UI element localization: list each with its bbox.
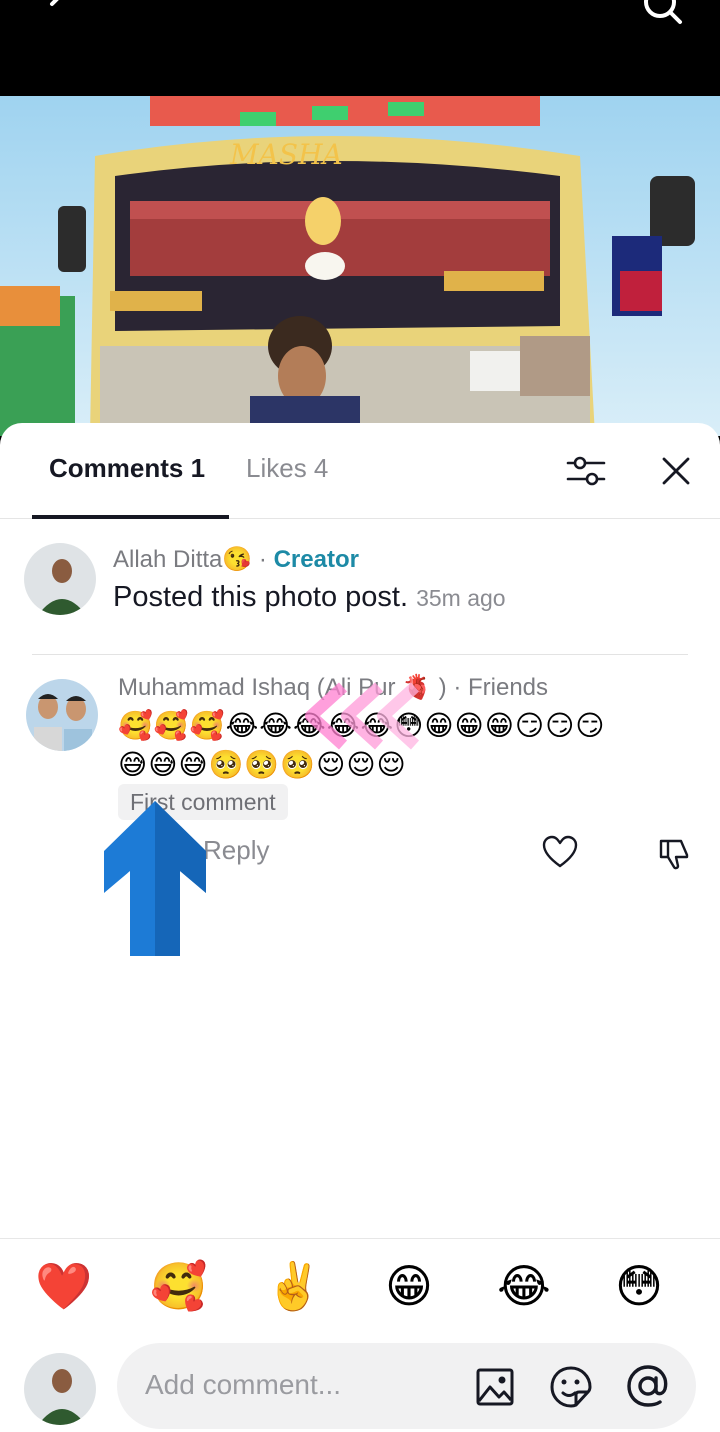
image-icon[interactable] bbox=[475, 1367, 515, 1407]
avatar[interactable] bbox=[26, 679, 98, 751]
name-separator: · bbox=[252, 546, 274, 573]
post-photo[interactable]: MASHA bbox=[0, 96, 720, 436]
comment-author-line: Allah Ditta😘 · Creator bbox=[113, 545, 359, 574]
comment-input-container[interactable] bbox=[117, 1343, 696, 1429]
quick-emoji-laugh[interactable]: 😂 bbox=[494, 1259, 554, 1313]
tab-bar: Comments 1 Likes 4 bbox=[0, 423, 720, 519]
truck-image: MASHA bbox=[0, 96, 720, 436]
quick-emoji-love-face[interactable]: 🥰 bbox=[149, 1259, 209, 1313]
back-arrow-icon[interactable] bbox=[40, 0, 80, 26]
quick-emoji-victory[interactable]: ✌️ bbox=[264, 1259, 324, 1313]
sliders-icon[interactable] bbox=[566, 453, 606, 489]
top-bar bbox=[0, 0, 720, 96]
swipe-hint-chevrons-icon bbox=[305, 682, 420, 750]
comments-sheet: Comments 1 Likes 4 Allah Ditta😘 · Creato… bbox=[0, 423, 720, 1432]
comment-timestamp: 35m ago bbox=[416, 585, 506, 611]
name-separator: · bbox=[446, 674, 468, 701]
avatar[interactable] bbox=[24, 543, 96, 615]
comment-body: Posted this photo post. 35m ago bbox=[113, 581, 506, 614]
heart-icon[interactable] bbox=[542, 835, 578, 869]
quick-emoji-flushed[interactable]: 😳 bbox=[609, 1259, 669, 1313]
reply-button[interactable]: Reply bbox=[203, 835, 269, 866]
tab-comments[interactable]: Comments 1 bbox=[49, 453, 205, 484]
at-mention-icon[interactable] bbox=[625, 1363, 671, 1409]
comment-text-line-2: 😅😅😅🥺🥺🥺😌😌😌 bbox=[118, 748, 407, 781]
friends-label: Friends bbox=[467, 674, 549, 701]
comment-input[interactable] bbox=[145, 1363, 465, 1407]
sticker-icon[interactable] bbox=[549, 1365, 593, 1409]
comment-composer bbox=[0, 1343, 720, 1432]
creator-label: Creator bbox=[273, 546, 359, 573]
avatar[interactable] bbox=[24, 1353, 96, 1425]
tab-likes[interactable]: Likes 4 bbox=[246, 453, 328, 484]
comment-text: Posted this photo post. bbox=[113, 581, 409, 613]
svg-text:MASHA: MASHA bbox=[229, 138, 343, 171]
close-icon[interactable] bbox=[660, 455, 692, 487]
comment-item: Allah Ditta😘 · Creator Posted this photo… bbox=[0, 519, 720, 659]
thumbs-down-icon[interactable] bbox=[657, 835, 693, 871]
quick-emoji-grin[interactable]: 😁 bbox=[379, 1259, 439, 1313]
quick-emoji-heart[interactable]: ❤️ bbox=[34, 1259, 94, 1313]
comment-author[interactable]: Allah Ditta😘 bbox=[113, 546, 252, 573]
search-icon[interactable] bbox=[640, 0, 684, 26]
up-arrow-icon bbox=[104, 801, 206, 956]
